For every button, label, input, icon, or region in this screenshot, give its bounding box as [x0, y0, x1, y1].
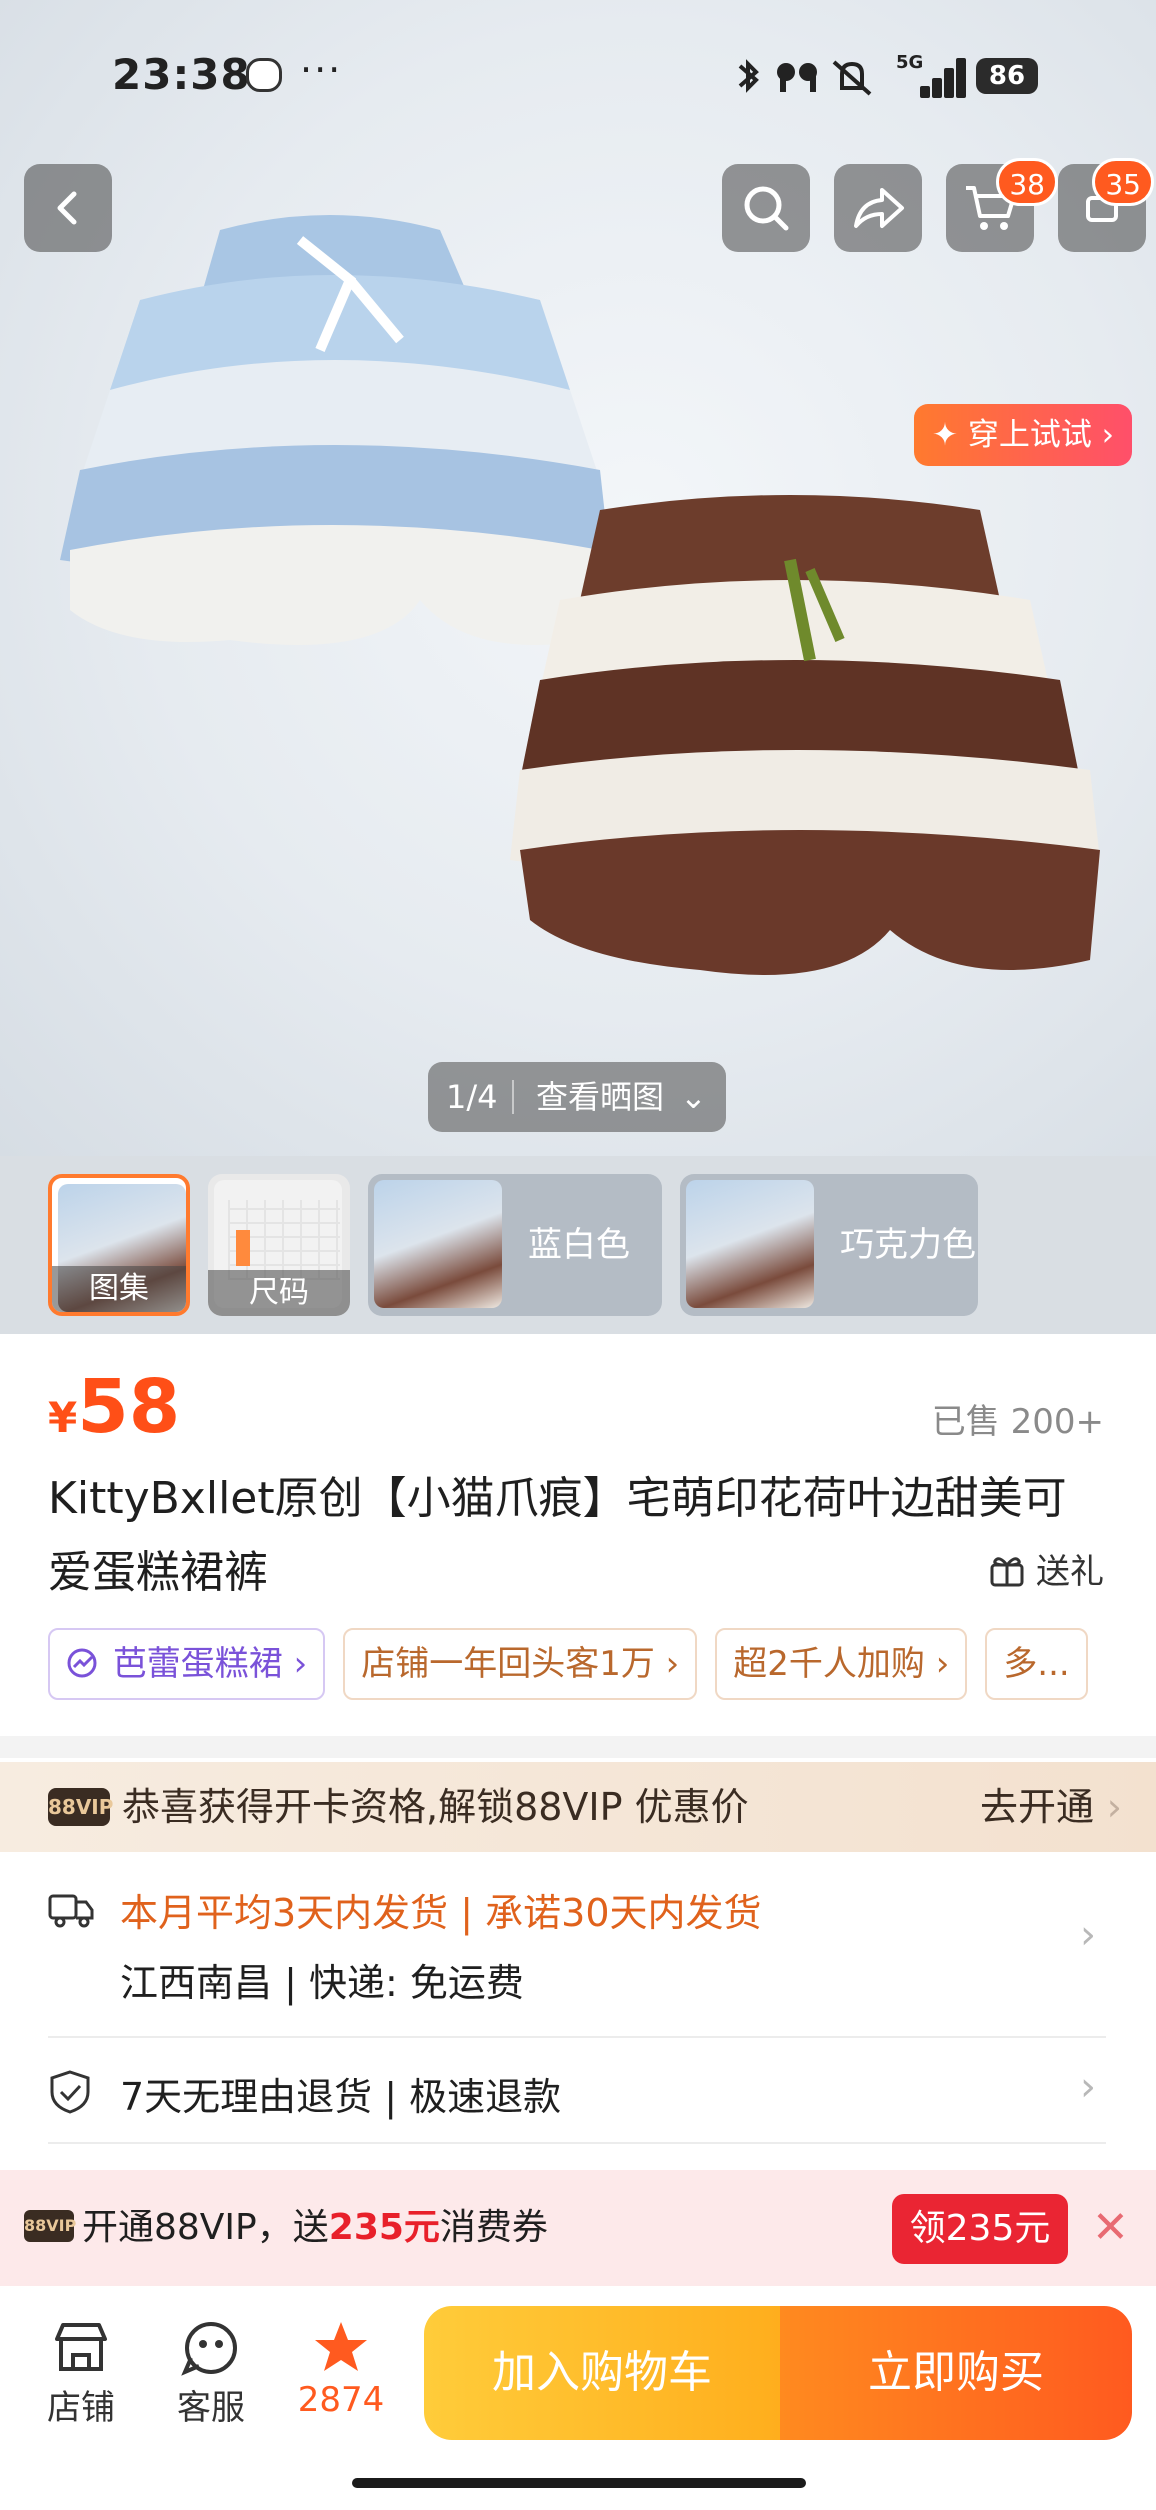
gift-button[interactable]: 送礼	[989, 1544, 1104, 1593]
shipping-time: 本月平均3天内发货 | 承诺30天内发货	[120, 1891, 762, 1935]
size-label: 尺码	[208, 1270, 350, 1316]
return-policy-row[interactable]: 7天无理由退货 | 极速退款 ›	[0, 2040, 1156, 2144]
coupon-amount: 235元	[328, 2207, 440, 2248]
brown-bloomers-illustration	[510, 495, 1100, 975]
vip-badge: 88VIP	[48, 1788, 113, 1826]
star-icon	[315, 2322, 367, 2371]
variant-chocolate-label: 巧克力色	[840, 1225, 976, 1265]
shop-icon	[55, 2323, 107, 2371]
status-more-dots: ···	[300, 48, 343, 92]
home-indicator[interactable]	[352, 2478, 806, 2488]
trend-icon	[67, 1648, 97, 1678]
thumbnail-gallery[interactable]: 图集	[48, 1174, 190, 1316]
shop-label: 店铺	[47, 2388, 115, 2428]
gift-icon	[990, 1557, 1024, 1587]
feature-chips: 芭蕾蛋糕裙 › 店铺一年回头客1万 › 超2千人加购 › 多...	[48, 1628, 1156, 1700]
variant-chocolate-image	[686, 1180, 814, 1308]
chip-ballet-cake-skirt-label: 芭蕾蛋糕裙 ›	[112, 1644, 308, 1684]
shipping-origin: 江西南昌 | 快递: 免运费	[120, 1961, 524, 2005]
shield-check-icon	[50, 2070, 90, 2114]
status-icons	[734, 58, 884, 107]
share-icon	[854, 188, 904, 228]
price: ¥58	[48, 1364, 180, 1450]
thumbnail-size-chart[interactable]: 尺码	[208, 1174, 350, 1316]
close-icon[interactable]: ✕	[1092, 2170, 1129, 2286]
coupon-text-suffix: 消费券	[439, 2207, 548, 2248]
claim-coupon-button[interactable]: 领235元	[892, 2194, 1068, 2264]
chevron-right-icon: ›	[1106, 1785, 1122, 1829]
search-icon	[744, 186, 789, 231]
size-table-graphic	[228, 1200, 340, 1280]
counter-divider	[512, 1080, 514, 1114]
vip-badge: 88VIP	[24, 2210, 76, 2242]
customer-service-icon	[181, 2322, 237, 2376]
bottom-action-bar: 店铺 客服 2874 加入购物车 立即购买	[0, 2286, 1156, 2510]
chevron-right-icon: ›	[1080, 2064, 1096, 2110]
signal-icon	[900, 56, 966, 98]
image-counter-button[interactable]: 1/4 查看晒图 ⌄	[428, 1062, 726, 1132]
search-button[interactable]	[722, 164, 810, 252]
vip-coupon-text: 开通88VIP，送235元消费券	[82, 2170, 548, 2286]
sku-thumbnail-strip: 图集 尺码 蓝白色 巧克力色 全部›	[0, 1156, 1156, 2426]
product-image-gallery[interactable]: 23:38 ··· 5G 86 38 35 ✦ 穿上试试 › 1/4 查看晒图 …	[0, 0, 1156, 1156]
chip-repeat-customers[interactable]: 店铺一年回头客1万 ›	[343, 1628, 698, 1700]
shop-button[interactable]: 店铺	[26, 2314, 136, 2429]
share-button[interactable]	[834, 164, 922, 252]
pet-notification-icon	[246, 58, 282, 92]
vip-banner[interactable]: 88VIP 恭喜获得开卡资格,解锁88VIP 优惠价 去开通 ›	[0, 1762, 1156, 1852]
add-to-cart-button[interactable]: 加入购物车	[424, 2306, 780, 2440]
variant-blue-white-image	[374, 1180, 502, 1308]
coupon-text-prefix: 开通88VIP，送	[82, 2207, 329, 2248]
customer-service-label: 客服	[177, 2388, 245, 2428]
buy-now-button[interactable]: 立即购买	[780, 2306, 1132, 2440]
favorite-count: 2874	[297, 2380, 385, 2420]
shipping-row[interactable]: 本月平均3天内发货 | 承诺30天内发货 江西南昌 | 快递: 免运费 ›	[0, 1852, 1156, 2038]
view-reviews-label: 查看晒图	[536, 1078, 665, 1116]
chip-ballet-cake-skirt[interactable]: 芭蕾蛋糕裙 ›	[48, 1628, 326, 1700]
cart-button[interactable]: 38	[946, 158, 1058, 252]
status-bar: 23:38 ··· 5G 86	[0, 0, 1156, 160]
vip-activate-link[interactable]: 去开通	[980, 1762, 1094, 1852]
back-arrow-icon	[57, 191, 77, 225]
sold-count: 已售 200+	[931, 1402, 1104, 1442]
virtual-try-on-button[interactable]: ✦ 穿上试试 ›	[914, 404, 1132, 466]
delivery-truck-icon	[48, 1894, 94, 1928]
chevron-down-icon: ⌄	[680, 1078, 707, 1116]
product-title: KittyBxllet原创【小猫爪痕】宅萌印花荷叶边甜美可爱蛋糕裙裤	[48, 1473, 1067, 1598]
gallery-label: 图集	[52, 1266, 186, 1312]
variant-blue-white[interactable]: 蓝白色	[368, 1174, 662, 1316]
image-index: 1/4	[446, 1078, 498, 1116]
price-value: 58	[77, 1364, 181, 1450]
row-divider	[48, 2142, 1106, 2144]
chevron-right-icon: ›	[1080, 1912, 1096, 1958]
favorite-button[interactable]: 2874	[286, 2314, 396, 2420]
variant-blue-white-label: 蓝白色	[528, 1225, 630, 1265]
chip-cart-adds[interactable]: 超2千人加购 ›	[715, 1628, 968, 1700]
vip-coupon-banner[interactable]: 88VIP 开通88VIP，送235元消费券 领235元 ✕	[0, 2170, 1156, 2286]
battery-level: 86	[976, 58, 1038, 94]
back-button[interactable]	[24, 164, 112, 252]
variant-chocolate[interactable]: 巧克力色	[680, 1174, 978, 1316]
customer-service-button[interactable]: 客服	[156, 2314, 266, 2429]
message-count-badge: 35	[1092, 158, 1154, 206]
status-time: 23:38	[112, 50, 251, 99]
row-divider	[48, 2036, 1106, 2038]
blue-bloomers-illustration	[60, 215, 610, 645]
cart-count-badge: 38	[996, 158, 1058, 206]
vip-text: 恭喜获得开卡资格,解锁88VIP 优惠价	[122, 1785, 749, 1829]
currency-symbol: ¥	[48, 1393, 78, 1442]
chip-more[interactable]: 多...	[985, 1628, 1088, 1700]
gift-label: 送礼	[1036, 1552, 1104, 1592]
section-divider	[0, 1736, 1156, 1758]
return-policy-text: 7天无理由退货 | 极速退款	[120, 2075, 562, 2119]
bluetooth-earbuds-mute-icon	[738, 59, 872, 96]
more-button[interactable]: 35	[1058, 158, 1154, 252]
